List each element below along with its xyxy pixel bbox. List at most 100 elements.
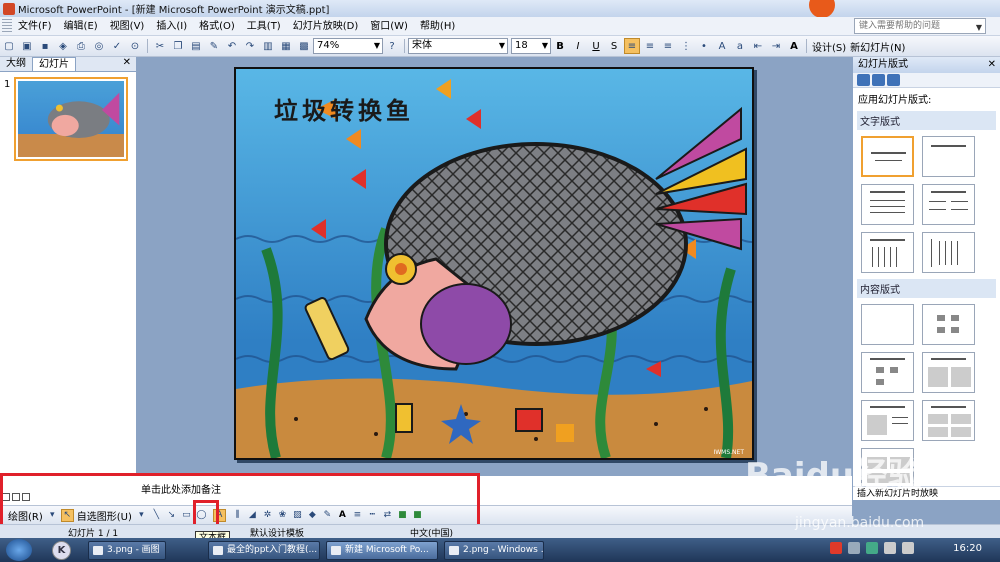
menu-bar: 文件(F) 编辑(E) 视图(V) 插入(I) 格式(O) 工具(T) 幻灯片放… [0, 17, 1000, 36]
home-icon[interactable] [887, 74, 900, 86]
print-preview-icon[interactable]: ◎ [91, 38, 107, 54]
tray-input-icon[interactable] [848, 542, 860, 554]
align-right-icon[interactable]: ≡ [660, 38, 676, 54]
decrease-font-icon[interactable]: a [732, 38, 748, 54]
task-paint-3[interactable]: 3.png - 画图 [88, 541, 166, 560]
task-windows-viewer[interactable]: 2.png - Windows ... [444, 541, 544, 560]
tab-outline[interactable]: 大纲 [0, 57, 32, 71]
baidu-watermark: Baidu经验 [745, 456, 923, 496]
increase-indent-icon[interactable]: ⇥ [768, 38, 784, 54]
menu-view[interactable]: 视图(V) [104, 17, 151, 36]
paste-icon[interactable]: ▤ [188, 38, 204, 54]
decrease-indent-icon[interactable]: ⇤ [750, 38, 766, 54]
task-ppt-tutorial[interactable]: 最全的ppt入门教程(... [208, 541, 320, 560]
slide-credit: IWMS.NET [713, 449, 744, 456]
format-painter-icon[interactable]: ✎ [206, 38, 222, 54]
fish-illustration [235, 69, 765, 460]
current-slide[interactable]: 垃圾转换鱼 IWMS.NET [234, 67, 765, 460]
grid-icon[interactable]: ▩ [296, 38, 312, 54]
layout-two-column-text[interactable] [922, 184, 975, 225]
chevron-down-icon: ▼ [541, 41, 548, 50]
font-size-select[interactable]: 18 ▼ [511, 38, 551, 54]
help-search-placeholder: 键入需要帮助的问题 [859, 21, 941, 31]
back-icon[interactable] [857, 74, 870, 86]
menu-insert[interactable]: 插入(I) [150, 17, 193, 36]
layout-vertical-text[interactable] [861, 232, 914, 273]
powerpoint-app-icon [3, 2, 15, 15]
layout-content[interactable] [922, 304, 975, 345]
undo-icon[interactable]: ↶ [224, 38, 240, 54]
tray-extra-icon[interactable] [902, 542, 914, 554]
redo-icon[interactable]: ↷ [242, 38, 258, 54]
chart-icon[interactable]: ▥ [260, 38, 276, 54]
table-icon[interactable]: ▦ [278, 38, 294, 54]
permission-icon[interactable]: ◈ [55, 38, 71, 54]
task-pane-header: 幻灯片版式 ✕ [853, 57, 1000, 73]
new-document-icon[interactable]: ▢ [1, 38, 17, 54]
start-button-icon[interactable] [6, 539, 32, 561]
menu-file[interactable]: 文件(F) [12, 17, 58, 36]
menu-help[interactable]: 帮助(H) [414, 17, 461, 36]
tab-slides[interactable]: 幻灯片 [32, 57, 76, 71]
help-icon[interactable]: ? [384, 38, 400, 54]
slide-title: 垃圾转换鱼 [274, 96, 414, 125]
bullets-icon[interactable]: • [696, 38, 712, 54]
slide-layout-pane: 幻灯片版式 ✕ 应用幻灯片版式: 文字版式 内容版式 插入新幻灯片时放映 [852, 57, 1000, 500]
menu-tools[interactable]: 工具(T) [241, 17, 287, 36]
menu-edit[interactable]: 编辑(E) [58, 17, 104, 36]
layout-title-slide[interactable] [861, 136, 914, 177]
copy-icon[interactable]: ❐ [170, 38, 186, 54]
shadow-button[interactable]: S [606, 38, 622, 54]
underline-button[interactable]: U [588, 38, 604, 54]
zoom-select[interactable]: 74% ▼ [313, 38, 383, 54]
bold-button[interactable]: B [552, 38, 568, 54]
layout-title-text[interactable] [861, 184, 914, 225]
layout-title-two-content[interactable] [922, 352, 975, 393]
cut-icon[interactable]: ✂ [152, 38, 168, 54]
print-icon[interactable]: ⎙ [73, 38, 89, 54]
layout-blank[interactable] [861, 304, 914, 345]
layout-title-only[interactable] [922, 136, 975, 177]
design-button[interactable]: 设计(S) [810, 39, 848, 54]
menu-window[interactable]: 窗口(W) [364, 17, 414, 36]
italic-button[interactable]: I [570, 38, 586, 54]
increase-font-icon[interactable]: A [714, 38, 730, 54]
open-folder-icon[interactable]: ▣ [19, 38, 35, 54]
quick-launch-k-icon[interactable]: K [52, 541, 71, 560]
zoom-value: 74% [317, 40, 340, 51]
layout-title-content-text[interactable] [861, 400, 914, 441]
slides-pane-tabs: 大纲 幻灯片 ✕ [0, 57, 136, 72]
help-search-input[interactable]: 键入需要帮助的问题 ▼ [854, 18, 986, 34]
layout-vertical-title-text[interactable] [922, 232, 975, 273]
slide-number: 1 [4, 79, 11, 90]
task-powerpoint[interactable]: 新建 Microsoft Po... [326, 541, 438, 560]
layout-title-content[interactable] [861, 352, 914, 393]
close-icon[interactable]: ✕ [988, 57, 996, 73]
close-icon[interactable]: ✕ [123, 57, 131, 68]
highlight-notes-drawbar-box [0, 473, 480, 530]
research-icon[interactable]: ⊙ [127, 38, 143, 54]
section-content-layouts: 内容版式 [857, 279, 996, 298]
taskbar-clock: 16:20 [953, 543, 982, 554]
chevron-down-icon[interactable]: ▼ [976, 21, 982, 35]
font-select[interactable]: 宋体 ▼ [408, 38, 508, 54]
slide-thumbnail[interactable] [14, 77, 128, 161]
save-icon[interactable]: ▪ [37, 38, 53, 54]
numbering-icon[interactable]: ⋮ [678, 38, 694, 54]
system-tray [830, 542, 914, 554]
tray-volume-icon[interactable] [884, 542, 896, 554]
menu-slideshow[interactable]: 幻灯片放映(D) [287, 17, 365, 36]
tray-s-icon[interactable] [830, 542, 842, 554]
spelling-icon[interactable]: ✓ [109, 38, 125, 54]
menu-format[interactable]: 格式(O) [193, 17, 241, 36]
slide-editing-area: 垃圾转换鱼 IWMS.NET [138, 57, 852, 475]
font-color-icon[interactable]: A [786, 38, 802, 54]
align-left-icon[interactable]: ≡ [624, 38, 640, 54]
align-center-icon[interactable]: ≡ [642, 38, 658, 54]
tray-network-icon[interactable] [866, 542, 878, 554]
layout-title-four-content[interactable] [922, 400, 975, 441]
toolbar-grip-icon[interactable] [2, 18, 12, 34]
new-slide-button[interactable]: 新幻灯片(N) [848, 39, 907, 54]
forward-icon[interactable] [872, 74, 885, 86]
orange-badge-icon [809, 0, 835, 18]
